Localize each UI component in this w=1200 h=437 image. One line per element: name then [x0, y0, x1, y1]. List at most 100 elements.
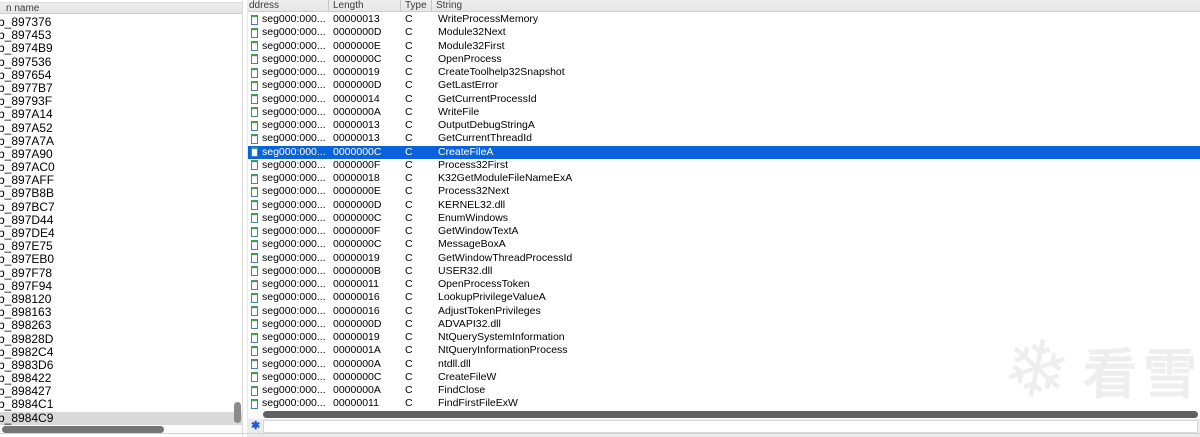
cell-string: GetLastError — [438, 79, 499, 92]
cell-address: seg000:000... — [248, 344, 328, 357]
strings-table-row[interactable]: seg000:000... 0000000C C MessageBoxA — [248, 238, 1200, 251]
cell-length: 0000000D — [333, 317, 382, 330]
cell-address: seg000:000... — [248, 278, 328, 291]
column-header-address[interactable]: ddress — [248, 0, 328, 11]
function-list-item[interactable]: b_898263 — [0, 319, 242, 332]
strings-table-row[interactable]: seg000:000... 00000011 C OpenProcessToke… — [248, 278, 1200, 291]
cell-type: C — [405, 79, 413, 92]
strings-table-header: ddress Length Type String — [248, 0, 1200, 12]
function-list-item[interactable]: b_897F94 — [0, 279, 242, 293]
strings-table-row[interactable]: seg000:000... 0000000A C FindClose — [248, 384, 1200, 397]
strings-table-row[interactable]: seg000:000... 0000000D C GetLastError — [248, 79, 1200, 92]
cell-address: seg000:000... — [248, 172, 328, 185]
address-text: seg000:000... — [262, 26, 326, 39]
strings-table-row[interactable]: seg000:000... 0000000D C ADVAPI32.dll — [248, 318, 1200, 331]
strings-table-row[interactable]: seg000:000... 0000000D C Module32Next — [248, 26, 1200, 39]
address-text: seg000:000... — [262, 185, 326, 198]
cell-address: seg000:000... — [248, 53, 328, 66]
function-list-item[interactable]: b_897F78 — [0, 266, 242, 280]
string-item-icon — [251, 120, 258, 131]
strings-table-row[interactable]: seg000:000... 0000000C C CreateFileA — [248, 145, 1200, 159]
cell-type: C — [405, 370, 413, 383]
cell-type: C — [405, 278, 413, 290]
address-text: seg000:000... — [262, 198, 326, 211]
cell-address: seg000:000... — [248, 384, 328, 397]
cell-string: LookupPrivilegeValueA — [438, 291, 546, 304]
strings-table-row[interactable]: seg000:000... 0000000E C Module32First — [248, 40, 1200, 53]
column-header-type[interactable]: Type — [400, 0, 431, 11]
strings-table-row[interactable]: seg000:000... 0000000C C EnumWindows — [248, 212, 1200, 225]
cell-length: 0000000D — [333, 198, 382, 211]
cell-type: C — [405, 39, 413, 52]
strings-table-row[interactable]: seg000:000... 0000000A C WriteFile — [248, 106, 1200, 119]
strings-table-row[interactable]: seg000:000... 0000000E C Process32Next — [248, 185, 1200, 198]
cell-string: Module32First — [438, 39, 505, 52]
column-header-string[interactable]: String — [431, 0, 1200, 11]
cell-length: 0000000B — [333, 264, 381, 277]
strings-table-row[interactable]: seg000:000... 00000013 C GetCurrentThrea… — [248, 132, 1200, 145]
cell-length: 0000000A — [333, 105, 381, 118]
strings-horizontal-scrollbar[interactable] — [248, 410, 1200, 419]
strings-table-row[interactable]: seg000:000... 00000013 C WriteProcessMem… — [248, 13, 1200, 26]
strings-table-row[interactable]: seg000:000... 0000000C C CreateFileW — [248, 371, 1200, 384]
function-list-item[interactable]: b_897A7A — [0, 134, 242, 148]
strings-table-row[interactable]: seg000:000... 0000000F C GetWindowTextA — [248, 225, 1200, 238]
address-text: seg000:000... — [262, 251, 326, 264]
address-text: seg000:000... — [262, 264, 326, 277]
strings-table-row[interactable]: seg000:000... 0000000D C KERNEL32.dll — [248, 199, 1200, 212]
cell-type: C — [405, 251, 413, 264]
strings-table-row[interactable]: seg000:000... 0000000C C OpenProcess — [248, 53, 1200, 66]
strings-table-row[interactable]: seg000:000... 0000000A C ntdll.dll — [248, 358, 1200, 371]
cell-length: 0000000E — [333, 185, 381, 198]
cell-string: CreateToolhelp32Snapshot — [438, 66, 565, 78]
function-list-item[interactable]: b_897A52 — [0, 121, 242, 135]
cell-length: 00000019 — [333, 331, 380, 343]
cell-string: NtQueryInformationProcess — [438, 344, 568, 357]
function-list-item[interactable]: b_8984C1 — [0, 398, 242, 411]
strings-table-row[interactable]: seg000:000... 00000013 C OutputDebugStri… — [248, 119, 1200, 132]
column-header-length[interactable]: Length — [328, 0, 400, 11]
function-list-item[interactable]: b_897654 — [0, 68, 242, 82]
strings-table-row[interactable]: seg000:000... 00000014 C GetCurrentProce… — [248, 93, 1200, 106]
cell-address: seg000:000... — [248, 291, 328, 304]
function-list-item[interactable]: b_8982C4 — [0, 345, 242, 359]
function-list-item[interactable]: b_897EB0 — [0, 253, 242, 266]
strings-table-row[interactable]: seg000:000... 00000019 C NtQuerySystemIn… — [248, 331, 1200, 344]
strings-table-row[interactable]: seg000:000... 00000018 C K32GetModuleFil… — [248, 172, 1200, 185]
address-text: seg000:000... — [262, 79, 326, 92]
cell-address: seg000:000... — [248, 238, 328, 251]
string-item-icon — [251, 186, 258, 197]
function-list-item[interactable]: b_897536 — [0, 55, 242, 69]
strings-table-row[interactable]: seg000:000... 00000016 C AdjustTokenPriv… — [248, 305, 1200, 318]
function-list-item[interactable]: b_8974B9 — [0, 42, 242, 55]
address-text: seg000:000... — [262, 172, 326, 184]
strings-table-row[interactable]: seg000:000... 00000016 C LookupPrivilege… — [248, 291, 1200, 304]
strings-table-row[interactable]: seg000:000... 00000019 C CreateToolhelp3… — [248, 66, 1200, 79]
string-item-icon — [251, 27, 258, 38]
cell-address: seg000:000... — [248, 66, 328, 79]
functions-vertical-scrollbar-thumb[interactable] — [234, 402, 241, 423]
function-list-item[interactable]: b_89828D — [0, 332, 242, 346]
function-list-item[interactable]: b_897BC7 — [0, 200, 242, 214]
strings-table-row[interactable]: seg000:000... 00000019 C GetWindowThread… — [248, 252, 1200, 265]
cell-address: seg000:000... — [248, 199, 328, 212]
strings-table-row[interactable]: seg000:000... 0000000F C Process32First — [248, 159, 1200, 172]
cell-string: GetWindowThreadProcessId — [438, 251, 573, 264]
cell-type: C — [405, 185, 413, 198]
function-list-item[interactable]: b_897A14 — [0, 108, 242, 121]
strings-horizontal-scrollbar-thumb[interactable] — [263, 411, 1198, 418]
functions-column-header[interactable]: n name — [0, 2, 242, 14]
function-list-item[interactable]: b_8984C9 — [0, 411, 242, 425]
cell-length: 0000000F — [333, 158, 381, 171]
strings-table-row[interactable]: seg000:000... 00000011 C FindFirstFileEx… — [248, 397, 1200, 410]
cell-address: seg000:000... — [248, 212, 328, 225]
strings-table-row[interactable]: seg000:000... 0000000B C USER32.dll — [248, 265, 1200, 278]
quick-filter-input[interactable] — [263, 420, 1198, 433]
strings-table-row[interactable]: seg000:000... 0000001A C NtQueryInformat… — [248, 344, 1200, 357]
cell-length: 0000000C — [333, 370, 382, 383]
cell-length: 00000011 — [333, 397, 379, 410]
cell-address: seg000:000... — [248, 159, 328, 172]
cell-address: seg000:000... — [248, 93, 328, 106]
function-list-item[interactable]: b_897B8B — [0, 187, 242, 200]
functions-horizontal-scrollbar-thumb[interactable] — [2, 426, 164, 433]
